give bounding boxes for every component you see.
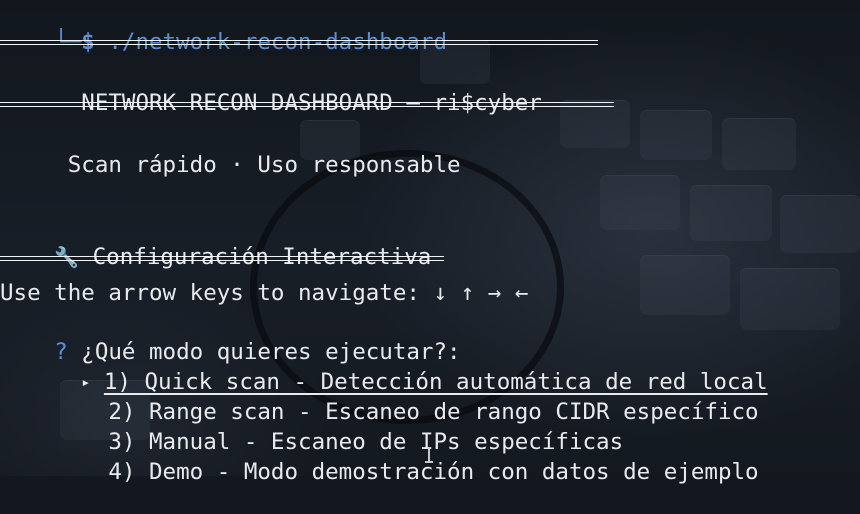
menu-option-demo[interactable]: 4) Demo - Modo demostración con datos de… [0, 430, 759, 514]
text-cursor-icon [425, 447, 433, 463]
banner-subtitle: Scan rápido · Uso responsable [67, 152, 461, 178]
menu-instructions: Use the arrow keys to navigate: ↓ ↑ → ← [0, 280, 529, 306]
menu-option-label: 4) Demo - Modo demostración con datos de… [108, 459, 759, 485]
banner-bottom-rule [0, 102, 614, 107]
banner-subtitle-line: Scan rápido · Uso responsable [0, 123, 461, 207]
banner-top-rule [0, 40, 598, 45]
config-rule [0, 256, 444, 261]
